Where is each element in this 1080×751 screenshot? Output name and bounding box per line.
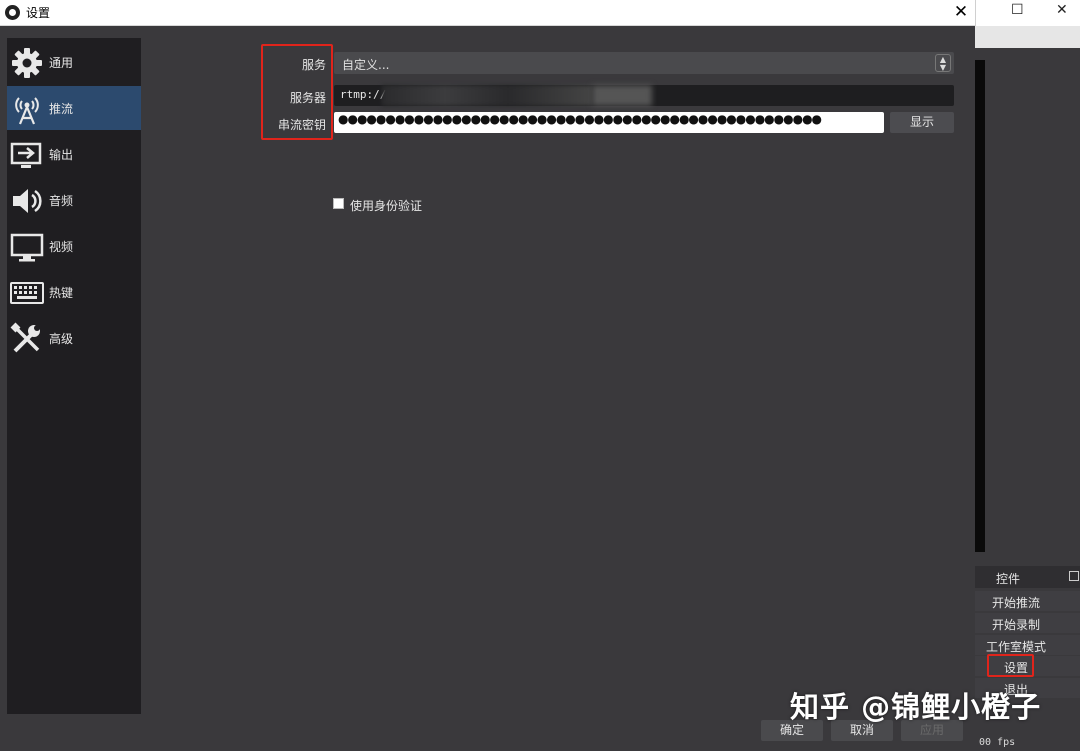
sidebar-item-label: 输出 xyxy=(49,148,74,162)
main-titlebar: ☐ ✕ xyxy=(975,0,1080,26)
stream-key-input[interactable]: ●●●●●●●●●●●●●●●●●●●●●●●●●●●●●●●●●●●●●●●●… xyxy=(334,112,884,133)
chevron-updown-icon: ▲ ▼ xyxy=(935,54,951,72)
maximize-icon[interactable]: ☐ xyxy=(1011,2,1024,18)
sidebar-item-label: 通用 xyxy=(49,56,74,70)
broadcast-tower-icon xyxy=(15,97,39,125)
screen: 设置 ✕ 通用 推流 输出 音频 视频 热键 高级 服务 自定义... ▲ ▼ … xyxy=(0,0,1080,751)
keyboard-icon xyxy=(10,282,44,304)
sidebar-item-label: 推流 xyxy=(49,102,74,116)
server-value: rtmp:// xyxy=(340,88,387,101)
highlight-box xyxy=(987,654,1034,677)
close-icon[interactable]: ✕ xyxy=(951,1,971,23)
studio-mode-button[interactable]: 工作室模式 xyxy=(975,635,1080,655)
sidebar-item-label: 视频 xyxy=(49,240,74,254)
button-label: 工作室模式 xyxy=(986,640,1047,654)
close-icon[interactable]: ✕ xyxy=(1056,2,1068,18)
sidebar-item-output[interactable]: 输出 xyxy=(7,132,141,176)
start-streaming-button[interactable]: 开始推流 xyxy=(975,591,1080,611)
show-key-button[interactable]: 显示 xyxy=(890,112,954,133)
start-recording-button[interactable]: 开始录制 xyxy=(975,613,1080,633)
server-input[interactable]: rtmp:// xyxy=(334,85,954,106)
settings-dialog: 设置 ✕ 通用 推流 输出 音频 视频 热键 高级 服务 自定义... ▲ ▼ … xyxy=(0,0,975,751)
stream-key-value: ●●●●●●●●●●●●●●●●●●●●●●●●●●●●●●●●●●●●●●●●… xyxy=(338,112,822,126)
controls-title: 控件 xyxy=(996,572,1021,586)
wrench-screwdriver-icon xyxy=(10,322,40,353)
controls-dock-header: 控件 xyxy=(975,566,1080,588)
gear-icon xyxy=(12,48,42,78)
main-menubar xyxy=(975,26,1080,48)
sidebar-item-label: 热键 xyxy=(49,286,74,300)
fps-readout: 00 fps xyxy=(979,737,1016,748)
use-auth-checkbox[interactable] xyxy=(333,198,344,209)
dialog-title: 设置 xyxy=(26,6,51,20)
output-monitor-icon xyxy=(10,142,42,168)
obs-logo-icon xyxy=(5,5,20,20)
dialog-titlebar: 设置 ✕ xyxy=(0,0,975,26)
watermark: 知乎 @锦鲤小橙子 xyxy=(790,690,1042,724)
button-label: 开始录制 xyxy=(992,618,1041,632)
sidebar-item-hotkeys[interactable]: 热键 xyxy=(7,270,141,314)
redacted-region xyxy=(592,85,652,106)
sidebar-item-label: 高级 xyxy=(49,332,74,346)
service-value: 自定义... xyxy=(342,58,390,72)
sidebar-item-video[interactable]: 视频 xyxy=(7,224,141,268)
preview-area xyxy=(975,60,985,552)
sidebar-item-general[interactable]: 通用 xyxy=(7,40,141,84)
use-auth-label: 使用身份验证 xyxy=(350,199,423,213)
undock-icon[interactable] xyxy=(1069,571,1079,581)
sidebar-item-label: 音频 xyxy=(49,194,74,208)
service-select[interactable]: 自定义... ▲ ▼ xyxy=(334,52,954,74)
main-window-partial: ☐ ✕ 控件 开始推流 开始录制 工作室模式 设置 退出 00 fps xyxy=(975,0,1080,751)
sidebar-item-audio[interactable]: 音频 xyxy=(7,178,141,222)
settings-sidebar: 通用 推流 输出 音频 视频 热键 高级 xyxy=(7,38,141,714)
highlight-box xyxy=(261,44,333,140)
sidebar-item-stream[interactable]: 推流 xyxy=(7,86,141,130)
button-label: 开始推流 xyxy=(992,596,1041,610)
sidebar-item-advanced[interactable]: 高级 xyxy=(7,316,141,360)
monitor-icon xyxy=(10,233,44,262)
redacted-region xyxy=(382,85,592,106)
speaker-icon xyxy=(13,189,42,213)
